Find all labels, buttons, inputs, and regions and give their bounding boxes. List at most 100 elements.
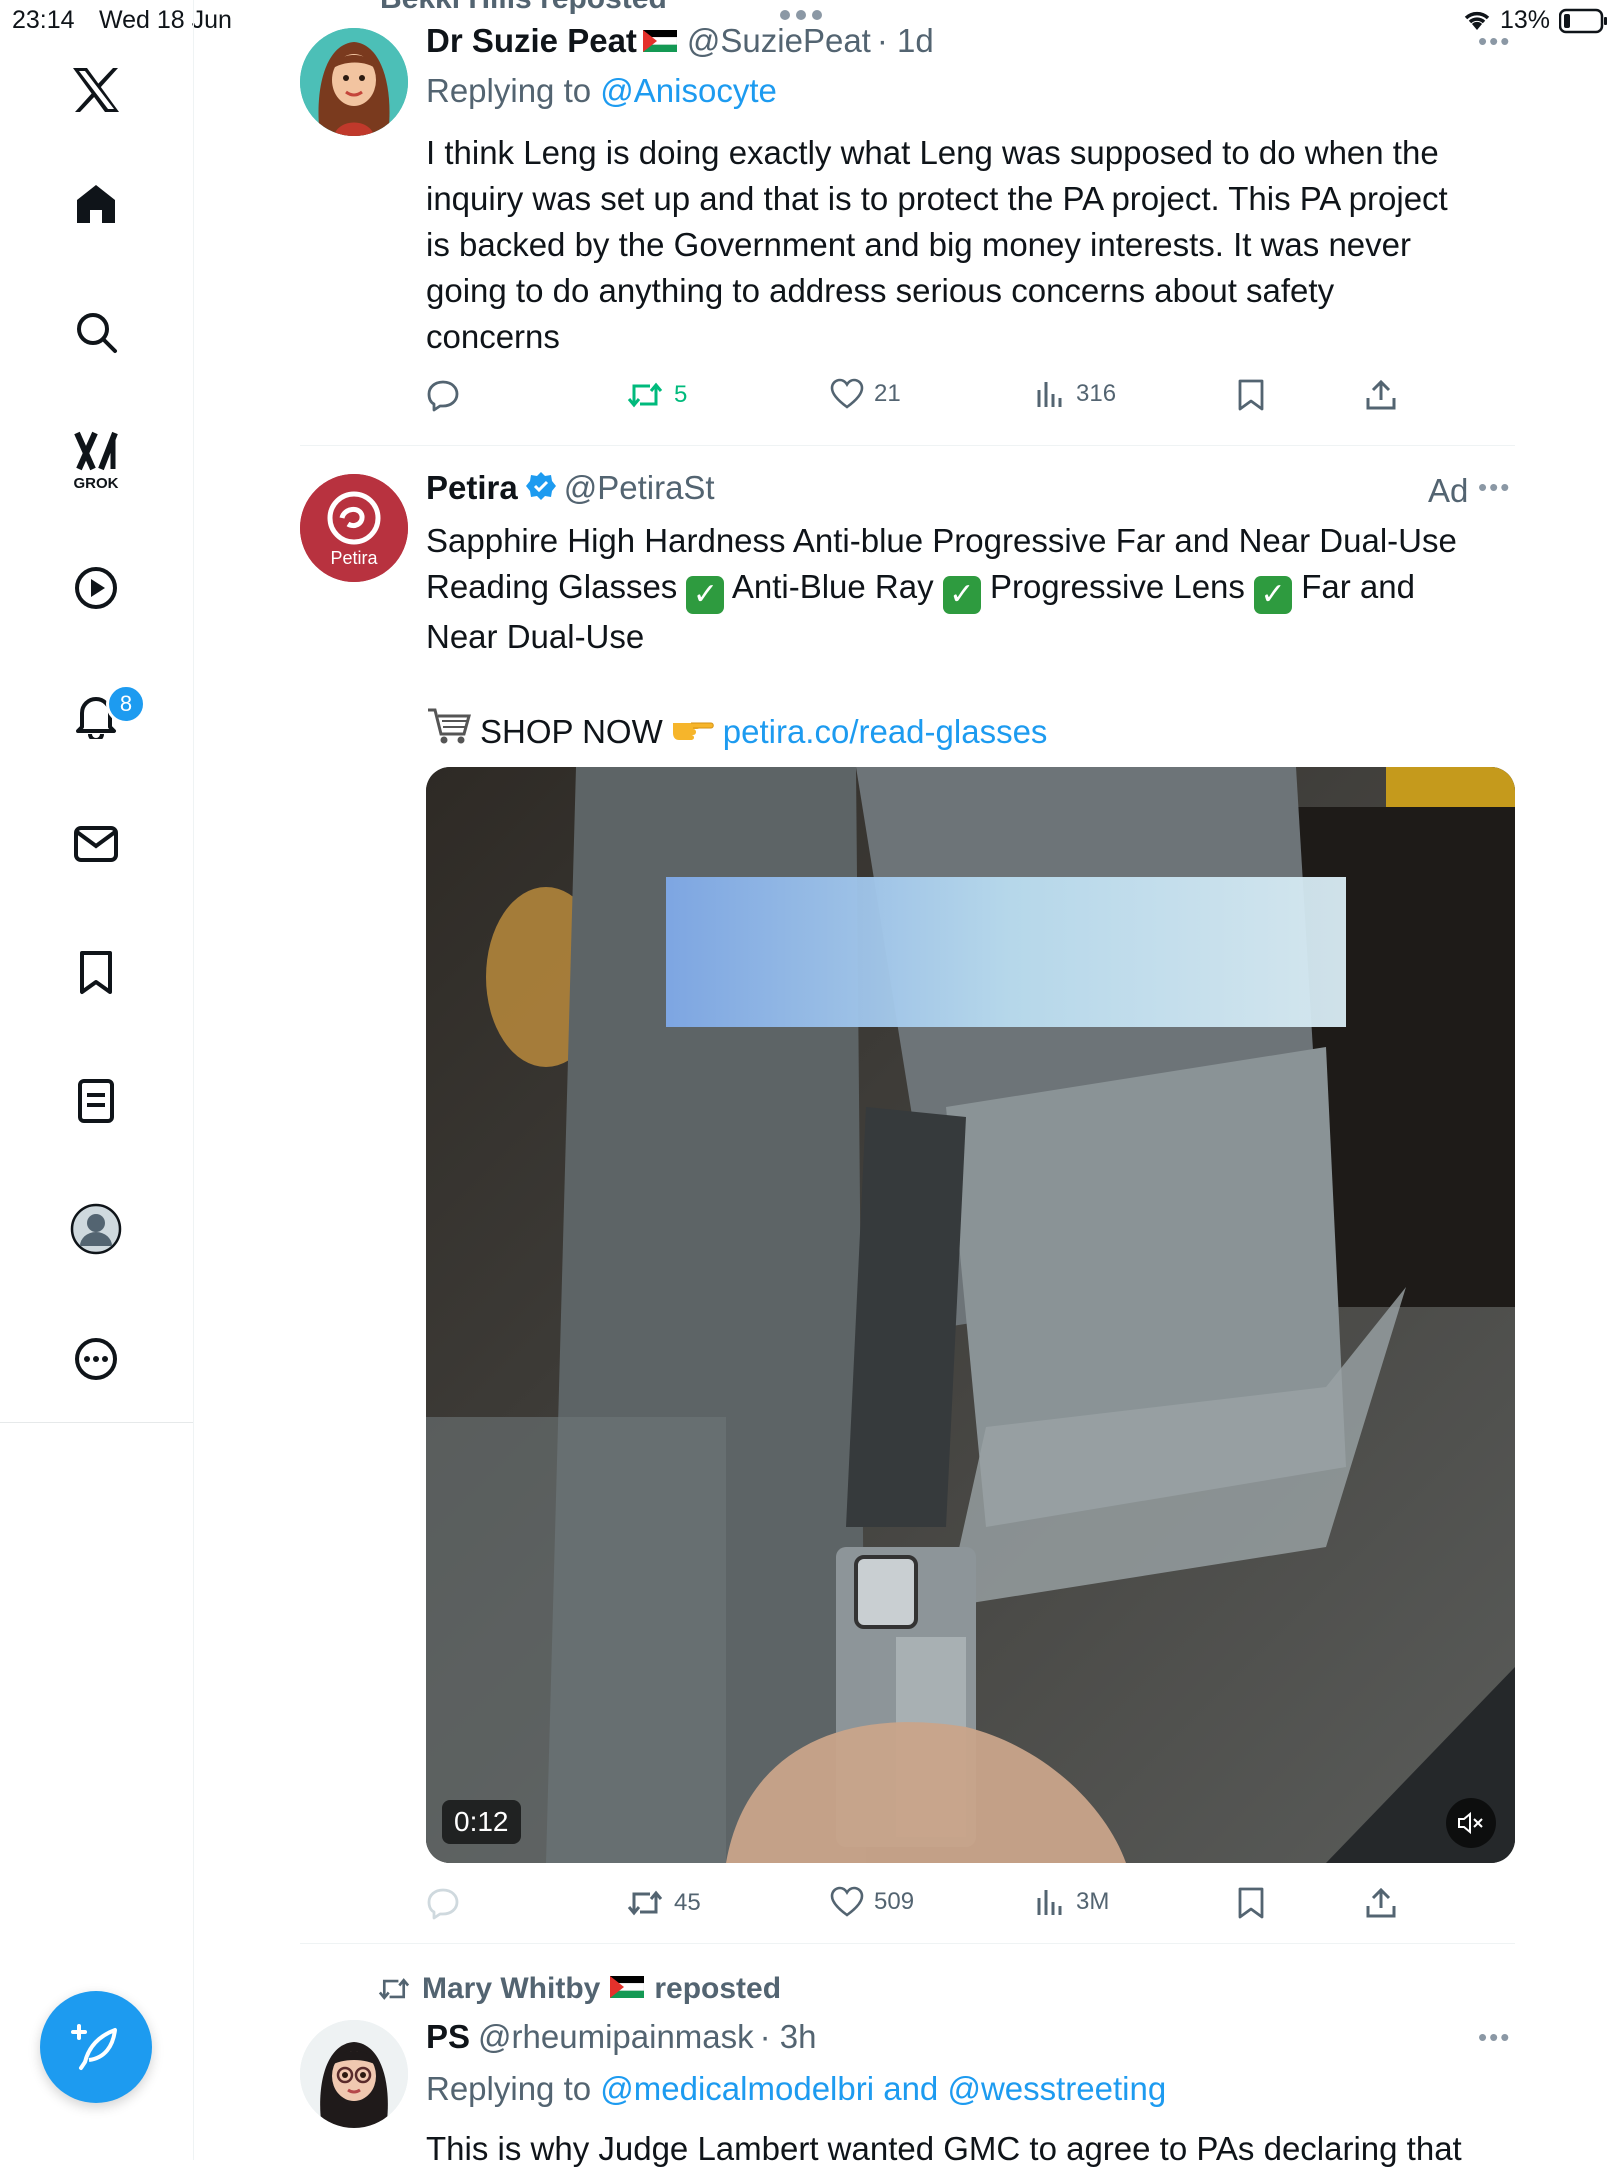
tweet2-avatar-text: Petira [330,548,378,568]
share-icon [1366,1887,1396,1918]
tweet3-avatar[interactable] [300,2020,408,2128]
tweet1-handle[interactable]: @SuziePeat [687,22,871,60]
tweet2-views-button[interactable]: 3M [1034,1886,1109,1918]
tweet1-text-line: concerns [426,318,560,355]
palestine-flag-icon [610,1972,645,2006]
bookmarks-icon[interactable] [66,943,126,1003]
tweet2-shop-line: SHOP NOW petira.co/read-glasses [426,706,1536,758]
messages-icon[interactable] [66,814,126,874]
tweet2-text: Sapphire High Hardness Anti-blue Progres… [426,518,1536,758]
reply-icon [427,380,459,412]
verified-badge-icon [525,471,556,506]
tweet2-repost-count: 45 [674,1889,701,1916]
tweet1-replying-line: Replying to @Anisocyte [426,72,777,110]
tweet2-avatar[interactable]: Petira [300,474,408,582]
tweet2-text-segment: Anti-Blue Ray [731,568,934,605]
home-icon[interactable] [66,174,126,234]
tweet1-avatar[interactable] [300,28,408,136]
grok-label: GROK [73,474,119,492]
battery-icon [1558,8,1609,39]
tweet1-bookmark-button[interactable] [1236,378,1266,412]
tweet-divider [300,1943,1515,1944]
compose-post-button[interactable] [40,1991,152,2103]
repost-icon [627,382,663,408]
tweet1-repost-count: 5 [674,381,688,408]
tweet2-bookmark-button[interactable] [1236,1886,1266,1920]
repost-icon [378,1978,410,2000]
views-icon [1037,1890,1062,1915]
tweet3-text-partial: This is why Judge Lambert wanted GMC to … [426,2130,1462,2167]
tweet3-replying-to-link[interactable]: @medicalmodelbri and @wesstreeting [600,2070,1166,2107]
more-options-icon[interactable] [66,1329,126,1389]
top-repost-indicator: Bekki Hills reposted [380,0,667,16]
tweet1-like-count: 21 [874,380,901,407]
bookmark-icon [1238,379,1264,411]
tweet1-replying-to-link[interactable]: @Anisocyte [600,72,777,109]
shop-now-text: SHOP NOW [480,713,663,750]
tweet2-header: Petira @PetiraSt [426,469,715,507]
tweet3-reposter-name[interactable]: Mary Whitby [422,1972,600,2006]
muted-speaker-icon [1458,1811,1483,1835]
check-mark-icon: ✓ [686,576,725,614]
tweet2-like-count: 509 [874,1888,915,1915]
tweet1-views-button[interactable]: 316 [1034,378,1116,410]
check-mark-icon: ✓ [942,576,981,614]
ad-label: Ad [1428,472,1469,509]
tweet2-share-button[interactable] [1364,1886,1398,1920]
ad-video[interactable]: 0:12 [426,767,1515,1863]
video-duration: 0:12 [442,1800,521,1844]
tweet1-share-button[interactable] [1364,378,1398,412]
lists-icon[interactable] [66,1071,126,1131]
share-icon [1366,379,1396,410]
tweet2-like-button[interactable]: 509 [830,1886,914,1918]
tweet2-text-segment: Progressive Lens [989,568,1245,605]
repost-icon [627,1890,663,1916]
tweet2-text-line: Near Dual-Use [426,618,645,655]
tweet3-handle[interactable]: @rheumipainmask [478,2018,754,2056]
tweet2-reply-button[interactable] [426,1886,460,1920]
tweet1-reply-button[interactable] [426,378,460,412]
tweet2-author-name[interactable]: Petira [426,469,518,507]
tweet3-replying-prefix: Replying to [426,2070,592,2107]
tweet2-more-icon[interactable]: ••• [1478,472,1511,503]
column-divider [193,1422,194,2160]
palestine-flag-icon [642,30,678,52]
tweet1-like-button[interactable]: 21 [830,378,901,410]
tweet2-text-segment: Far and [1301,568,1415,605]
heart-icon [830,1886,864,1917]
shop-link[interactable]: petira.co/read-glasses [723,709,1048,755]
tweet3-replying-line: Replying to @medicalmodelbri and @wesstr… [426,2070,1166,2108]
shopping-cart-icon [426,706,472,758]
search-icon[interactable] [66,302,126,362]
tweet3-more-icon[interactable]: ••• [1478,2022,1511,2053]
tweet2-text-line: Reading Glasses ✓ Anti-Blue Ray ✓ Progre… [426,564,1536,614]
tweet3-reposted-label: reposted [654,1972,782,2005]
profile-avatar-icon[interactable] [66,1199,126,1259]
grok-icon[interactable]: GROK [66,425,126,495]
tweet2-text-segment: Reading Glasses [426,568,678,605]
tweet3-author-name[interactable]: PS [426,2018,470,2056]
tweet3-header: PS @rheumipainmask · 3h [426,2018,817,2056]
tweet1-text: I think Leng is doing exactly what Leng … [426,130,1526,360]
tweet1-repost-button[interactable]: 5 [626,378,687,412]
tweet1-author-name[interactable]: Dr Suzie Peat [426,22,637,60]
tweet3-repost-indicator: Mary Whitby reposted [376,1972,781,2006]
pointing-hand-icon [671,709,715,755]
sidebar-divider [0,1422,193,1423]
tweet2-handle[interactable]: @PetiraSt [564,469,715,507]
tweet1-text-line: going to do anything to address serious … [426,272,1335,309]
tweet2-text-line: Sapphire High Hardness Anti-blue Progres… [426,522,1457,559]
tweet1-header: Dr Suzie Peat @SuziePeat · 1d [426,22,934,60]
video-icon[interactable] [66,558,126,618]
tweet2-repost-button[interactable]: 45 [626,1886,701,1920]
tweet1-timestamp[interactable]: · 1d [877,22,934,60]
x-logo-icon[interactable] [66,60,126,120]
check-mark-icon: ✓ [1254,576,1293,614]
tweet3-timestamp[interactable]: · 3h [760,2018,817,2056]
tweet1-replying-prefix: Replying to [426,72,592,109]
tweet1-text-line: is backed by the Government and big mone… [426,226,1412,263]
tweet1-more-icon[interactable]: ••• [1478,26,1511,57]
mute-button[interactable] [1446,1798,1496,1848]
heart-icon [830,378,864,409]
bookmark-icon [1238,1887,1264,1919]
